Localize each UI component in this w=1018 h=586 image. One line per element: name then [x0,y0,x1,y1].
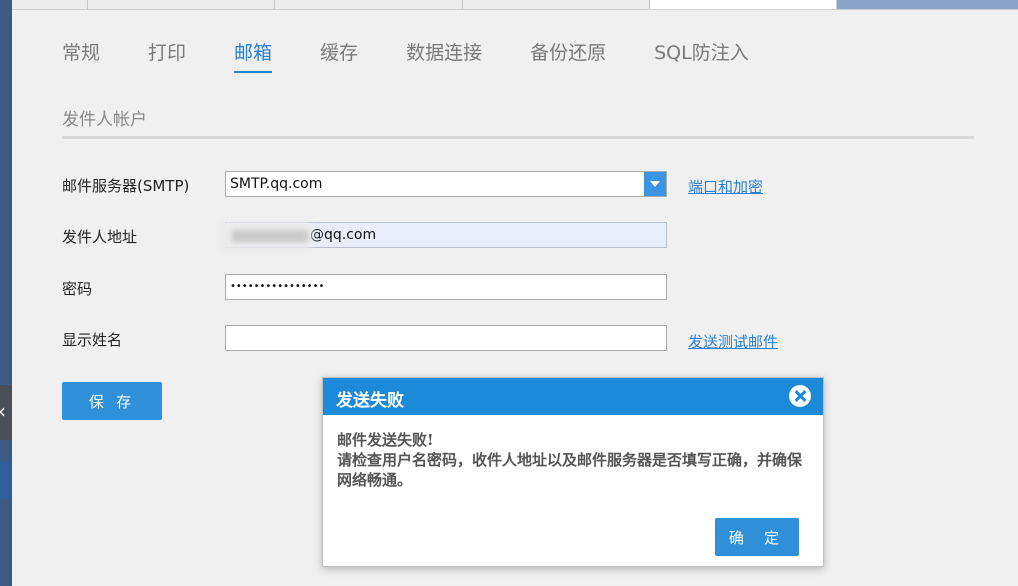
close-icon[interactable] [789,385,811,407]
ok-button[interactable]: 确 定 [715,518,799,556]
settings-window: ‹ 常规 打印 邮箱 缓存 数据连接 备份还原 SQL防注入 发件人帐户 邮件服… [0,0,1018,586]
send-failed-dialog: 发送失败 邮件发送失败! 请检查用户名密码，收件人地址以及邮件服务器是否填写正确… [322,377,824,567]
chevron-left-icon[interactable]: ‹ [0,398,12,424]
redacted-area [232,230,308,242]
tab-general[interactable]: 常规 [62,38,100,73]
smtp-label: 邮件服务器(SMTP) [62,177,190,195]
tab-backup-restore[interactable]: 备份还原 [530,38,606,73]
top-tab[interactable] [88,0,275,9]
sender-address-label: 发件人地址 [62,228,138,246]
smtp-value: SMTP.qq.com [230,176,323,192]
section-title: 发件人帐户 [62,110,147,130]
dialog-message-line: 邮件发送失败! [337,431,434,449]
dialog-header: 发送失败 [323,378,823,415]
settings-tabs: 常规 打印 邮箱 缓存 数据连接 备份还原 SQL防注入 [62,38,797,73]
sender-address-value: @qq.com [310,227,377,243]
top-tab[interactable] [12,0,88,9]
chevron-down-icon [650,181,660,187]
dialog-message: 邮件发送失败! 请检查用户名密码，收件人地址以及邮件服务器是否填写正确，并确保网… [337,430,809,490]
top-tab-active[interactable] [650,0,837,9]
display-name-label: 显示姓名 [62,331,123,349]
display-name-input[interactable] [225,325,667,351]
tab-data-connection[interactable]: 数据连接 [406,38,482,73]
tab-email[interactable]: 邮箱 [234,38,273,73]
send-test-email-link[interactable]: 发送测试邮件 [688,331,778,352]
save-button[interactable]: 保 存 [62,382,162,420]
tab-print[interactable]: 打印 [148,38,186,73]
top-tab-strip [12,0,1018,10]
password-label: 密码 [62,280,93,298]
port-encryption-link[interactable]: 端口和加密 [688,176,763,197]
smtp-dropdown-button[interactable] [644,172,666,196]
dialog-title: 发送失败 [336,391,404,411]
section-divider [62,136,974,139]
top-tab[interactable] [275,0,463,9]
top-tab[interactable] [463,0,650,9]
left-edge-strip: ‹ [0,0,12,586]
tab-cache[interactable]: 缓存 [320,38,358,73]
dialog-message-line: 请检查用户名密码，收件人地址以及邮件服务器是否填写正确，并确保网络畅通。 [337,451,803,489]
smtp-select[interactable]: SMTP.qq.com [225,171,667,197]
password-value: •••••••••••••••• [230,281,325,292]
tab-sql-injection[interactable]: SQL防注入 [654,38,749,73]
password-input[interactable]: •••••••••••••••• [225,274,667,300]
top-tab[interactable] [837,0,1018,9]
left-edge-band [0,462,12,499]
